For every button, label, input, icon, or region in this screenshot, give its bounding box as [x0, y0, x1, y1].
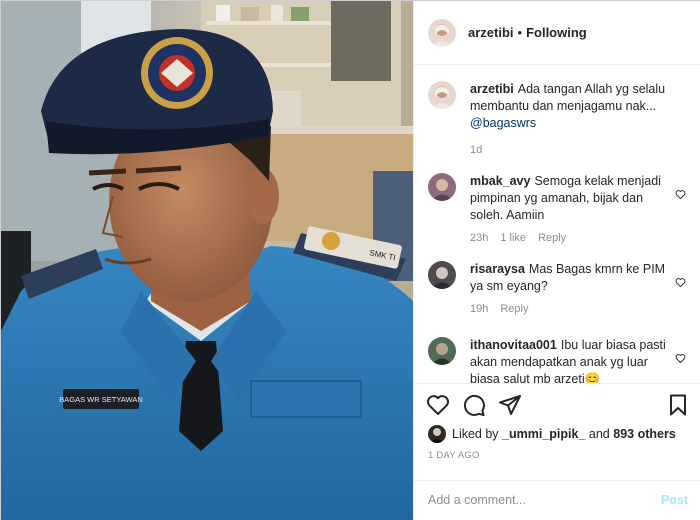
- photo-illustration: SMK TI BAGAS WR SETYAWAN: [1, 1, 413, 520]
- comment-username[interactable]: risaraysa: [470, 262, 525, 276]
- liker-username[interactable]: _ummi_pipik_: [502, 427, 585, 441]
- comments-list[interactable]: arzetibi Ada tangan Allah yg selalu memba…: [414, 65, 700, 383]
- author-username[interactable]: arzetibi: [468, 25, 514, 40]
- comment-time[interactable]: 1d: [470, 144, 482, 156]
- heart-icon[interactable]: [426, 393, 450, 417]
- comment-item: risaraysa Mas Bagas kmrn ke PIM ya sm eya…: [428, 261, 690, 319]
- commenter-avatar[interactable]: [428, 173, 456, 201]
- instagram-post: SMK TI BAGAS WR SETYAWAN arzetibi • Foll…: [0, 0, 700, 520]
- follow-status-button[interactable]: Following: [526, 25, 587, 40]
- caption: arzetibi Ada tangan Allah yg selalu memba…: [428, 81, 690, 161]
- post-photo[interactable]: SMK TI BAGAS WR SETYAWAN: [1, 1, 413, 520]
- add-comment-input[interactable]: Add a comment...: [428, 493, 526, 507]
- comment-item: ithanovitaa001 Ibu luar biasa pasti akan …: [428, 337, 690, 383]
- reply-button[interactable]: Reply: [538, 232, 566, 244]
- caption-avatar[interactable]: [428, 81, 456, 109]
- comment-heart-icon[interactable]: [675, 277, 686, 288]
- comment-item: mbak_avy Semoga kelak menjadi pimpinan yg…: [428, 173, 690, 245]
- comment-mention-link[interactable]: @bagaswrs: [470, 116, 536, 130]
- bookmark-icon[interactable]: [666, 393, 690, 417]
- comment-username[interactable]: ithanovitaa001: [470, 338, 557, 352]
- liker-avatar[interactable]: [428, 425, 446, 443]
- post-side-panel: arzetibi • Following arzetibi Ada tangan …: [413, 1, 700, 520]
- comment-heart-icon[interactable]: [675, 189, 686, 200]
- post-comment-button[interactable]: Post: [661, 493, 688, 507]
- commenter-avatar[interactable]: [428, 337, 456, 365]
- action-icons-row: [426, 393, 690, 419]
- likes-count-link[interactable]: 893 others: [613, 427, 676, 441]
- comment-time[interactable]: 19h: [470, 303, 488, 315]
- reply-button[interactable]: Reply: [500, 303, 528, 315]
- commenter-avatar[interactable]: [428, 261, 456, 289]
- header-separator: •: [517, 25, 523, 40]
- post-actions: Liked by _ummi_pipik_ and 893 others 1 D…: [414, 383, 700, 520]
- paper-plane-icon[interactable]: [498, 393, 522, 417]
- likes-prefix: Liked by: [452, 427, 499, 441]
- comment-icon[interactable]: [462, 393, 486, 417]
- comment-like-count[interactable]: 1 like: [500, 232, 526, 244]
- likes-summary: Liked by _ummi_pipik_ and 893 others: [428, 425, 676, 443]
- author-avatar[interactable]: [428, 18, 456, 47]
- comment-heart-icon[interactable]: [675, 353, 686, 364]
- likes-middle: and: [588, 427, 610, 441]
- add-comment-bar: Add a comment... Post: [414, 480, 700, 520]
- post-timestamp[interactable]: 1 DAY AGO: [428, 450, 480, 461]
- name-tag-text: BAGAS WR SETYAWAN: [59, 395, 142, 404]
- comment-username[interactable]: arzetibi: [470, 82, 514, 96]
- post-header: arzetibi • Following: [414, 1, 700, 65]
- comment-username[interactable]: mbak_avy: [470, 174, 530, 188]
- comment-time[interactable]: 23h: [470, 232, 488, 244]
